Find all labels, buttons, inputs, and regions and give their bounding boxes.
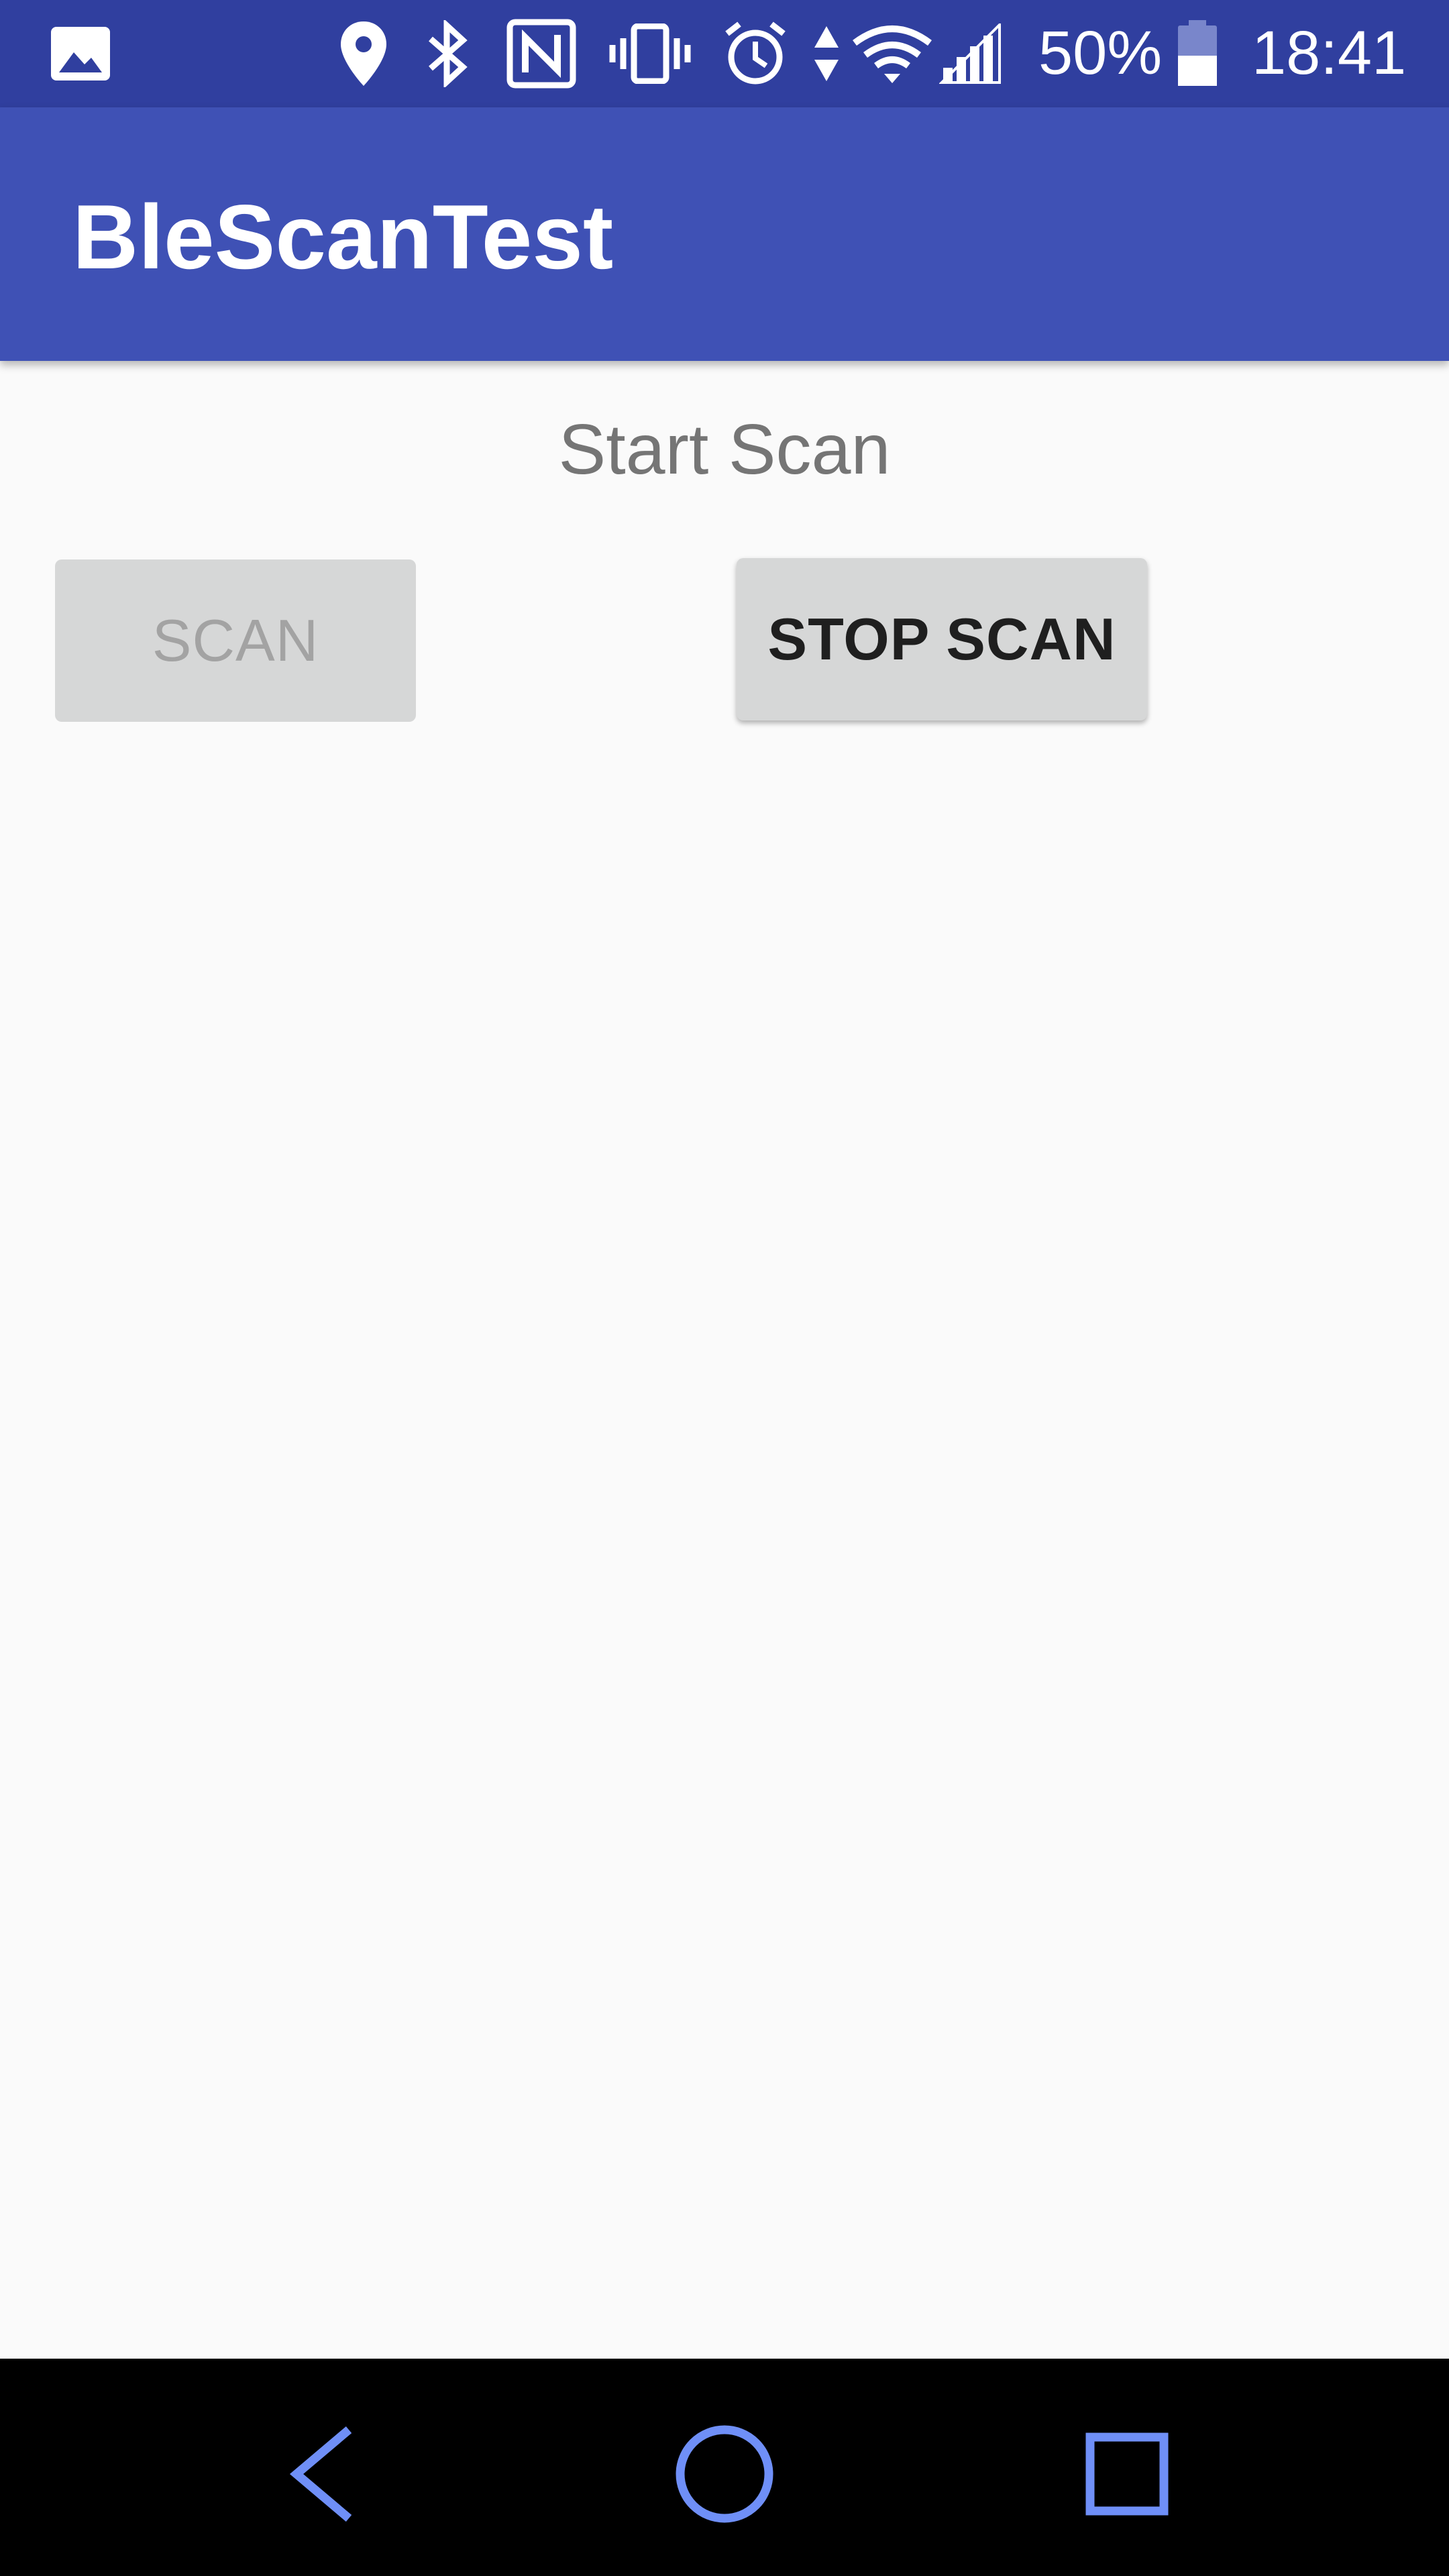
location-icon: [337, 20, 390, 87]
stop-scan-button[interactable]: STOP SCAN: [737, 558, 1147, 720]
bluetooth-icon: [421, 20, 475, 87]
scan-button[interactable]: SCAN: [55, 559, 416, 722]
home-icon[interactable]: [664, 2414, 785, 2534]
alarm-icon: [720, 20, 790, 87]
nfc-icon: [504, 19, 578, 89]
app-bar: BleScanTest: [0, 107, 1449, 361]
navigation-bar: [0, 2359, 1449, 2576]
wifi-icon: [852, 20, 932, 87]
image-icon: [47, 20, 114, 87]
app-title: BleScanTest: [72, 186, 614, 288]
scan-status-text: Start Scan: [558, 410, 891, 489]
recents-icon[interactable]: [1067, 2414, 1187, 2534]
screen: 50% 18:41 BleScanTest Start Scan SCAN ST…: [0, 0, 1449, 2576]
back-icon[interactable]: [262, 2414, 382, 2534]
data-transfer-icon: [808, 20, 845, 87]
vibrate-icon: [608, 20, 692, 87]
battery-percent: 50%: [1038, 19, 1163, 87]
status-bar: 50% 18:41: [0, 0, 1449, 107]
battery-icon: [1174, 20, 1221, 87]
clock-time: 18:41: [1252, 19, 1407, 87]
cellular-signal-icon: [938, 20, 1004, 87]
